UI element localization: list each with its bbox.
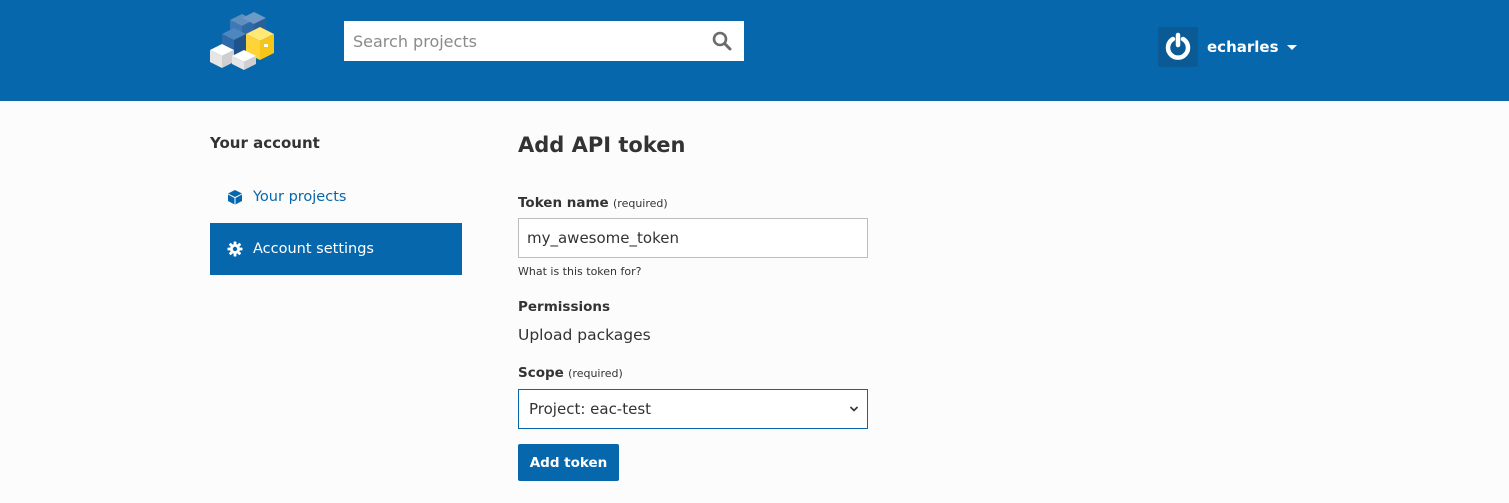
scope-selected-value: Project: eac-test bbox=[529, 400, 652, 418]
user-menu[interactable]: echarles bbox=[1158, 27, 1297, 67]
chevron-down-icon[interactable] bbox=[1286, 44, 1297, 50]
search-input[interactable] bbox=[344, 21, 700, 61]
add-token-button[interactable]: Add token bbox=[518, 444, 619, 481]
permissions-label: Permissions bbox=[518, 299, 611, 315]
search-button[interactable] bbox=[700, 21, 744, 61]
page-title: Add API token bbox=[518, 133, 686, 157]
required-hint: (required) bbox=[568, 367, 623, 380]
sidebar-heading: Your account bbox=[210, 134, 320, 152]
permissions-value: Upload packages bbox=[518, 326, 651, 344]
sidebar-item-label: Your projects bbox=[253, 189, 347, 205]
sidebar-item-label: Account settings bbox=[253, 241, 374, 257]
gear-icon bbox=[227, 241, 243, 257]
token-name-help-text: What is this token for? bbox=[518, 265, 642, 278]
scope-label-text: Scope bbox=[518, 365, 564, 381]
power-icon bbox=[1165, 32, 1191, 60]
username[interactable]: echarles bbox=[1207, 38, 1279, 56]
sidebar-item-account-settings[interactable]: Account settings bbox=[210, 223, 462, 275]
sidebar-item-your-projects[interactable]: Your projects bbox=[210, 171, 462, 223]
required-hint: (required) bbox=[613, 197, 668, 210]
cube-icon bbox=[227, 189, 243, 205]
search-icon bbox=[712, 31, 732, 51]
avatar bbox=[1158, 27, 1198, 67]
search-bar bbox=[344, 21, 744, 61]
token-name-input[interactable] bbox=[518, 218, 868, 258]
scope-select[interactable]: Project: eac-test bbox=[518, 389, 868, 429]
scope-label: Scope (required) bbox=[518, 365, 623, 381]
token-name-label-text: Token name bbox=[518, 195, 609, 211]
pypi-logo-icon[interactable] bbox=[208, 12, 276, 70]
top-navigation-bar: echarles bbox=[0, 0, 1509, 101]
chevron-down-icon bbox=[849, 406, 859, 412]
token-name-label: Token name (required) bbox=[518, 195, 668, 211]
